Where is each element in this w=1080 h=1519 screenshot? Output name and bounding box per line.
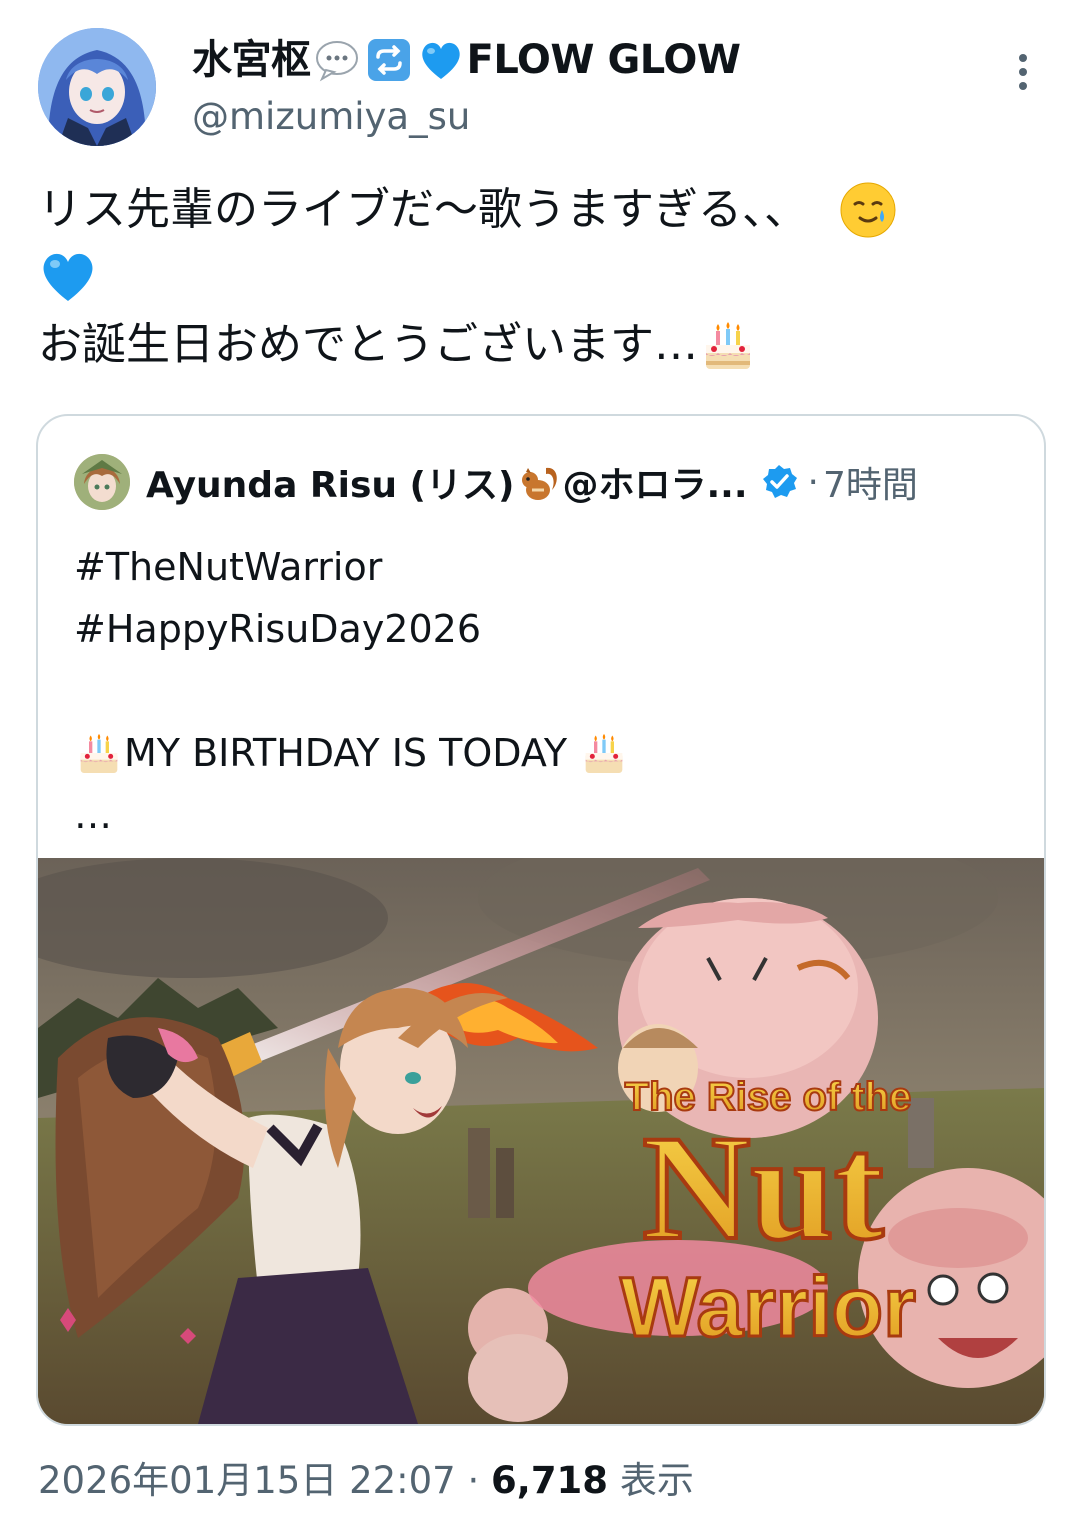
- tweet-line-2: [38, 247, 1038, 307]
- birthday-cake-icon: [585, 733, 623, 773]
- hashtag-nutwarrior[interactable]: #TheNutWarrior: [74, 536, 629, 598]
- tweet-header: 水宮枢 FLOW GLOW @mizumiya_su: [38, 28, 1048, 148]
- blue-heart-icon: [421, 42, 460, 79]
- tweet-line-1: リス先輩のライブだ〜歌うますぎる、、: [38, 172, 1038, 247]
- tweet-line-3-text: お誕生日おめでとうございます…: [38, 319, 698, 370]
- birthday-cake-icon: [706, 321, 750, 369]
- smiling-face-with-tear-icon: [840, 182, 896, 237]
- tweet-meta: 2026年01月15日 22:07 · 6,718 表示: [38, 1450, 694, 1504]
- speech-bubble-icon: [315, 41, 358, 82]
- tweet-line-3: お誕生日おめでとうございます…: [38, 307, 1038, 382]
- author-names: 水宮枢 FLOW GLOW @mizumiya_su: [192, 34, 741, 140]
- quoted-tweet-body: #TheNutWarrior #HappyRisuDay2026 MY BIRT…: [74, 536, 629, 846]
- author-handle[interactable]: @mizumiya_su: [192, 94, 740, 140]
- view-count[interactable]: 6,718: [491, 1459, 608, 1502]
- blue-heart-icon: [43, 253, 93, 301]
- tweet-line-1-text: リス先輩のライブだ〜歌うますぎる、、: [38, 184, 808, 235]
- display-name-suffix: FLOW GLOW: [466, 37, 741, 83]
- birthday-line: MY BIRTHDAY IS TODAY: [74, 722, 629, 784]
- quoted-tweet-header: Ayunda Risu (リス) @ホロラ... · 7時間: [74, 454, 918, 510]
- quoted-author-name-suffix[interactable]: @ホロラ...: [562, 456, 747, 508]
- quoted-tweet[interactable]: Ayunda Risu (リス) @ホロラ... · 7時間 #TheNutWa…: [36, 414, 1046, 1426]
- author-display-name[interactable]: 水宮枢 FLOW GLOW: [192, 34, 741, 86]
- meta-separator: ·: [467, 1459, 480, 1502]
- hashtag-2-text[interactable]: #HappyRisuDay2026: [74, 598, 481, 660]
- quoted-time-separator: ·: [807, 461, 819, 503]
- quoted-author-name[interactable]: Ayunda Risu (リス): [146, 456, 514, 508]
- truncation-ellipsis: …: [74, 784, 629, 846]
- hashtag-1-text[interactable]: #TheNutWarrior: [74, 536, 382, 598]
- verified-badge-icon: [762, 465, 797, 498]
- display-name-text: 水宮枢: [192, 37, 311, 83]
- author-avatar[interactable]: [38, 28, 156, 146]
- more-options-icon[interactable]: [1016, 54, 1030, 94]
- repeat-icon: [367, 39, 410, 81]
- birthday-cake-icon: [80, 733, 118, 773]
- image-title-line2: Nut: [642, 1105, 884, 1271]
- birthday-text: MY BIRTHDAY IS TODAY: [124, 731, 568, 775]
- ellipsis-text: …: [74, 793, 112, 837]
- quoted-author-avatar[interactable]: [74, 454, 130, 510]
- tweet-timestamp[interactable]: 2026年01月15日 22:07: [38, 1459, 456, 1502]
- views-label: 表示: [619, 1459, 694, 1502]
- hashtag-happyrisuday[interactable]: #HappyRisuDay2026: [74, 598, 629, 660]
- image-title-line3: Warrior: [620, 1260, 916, 1354]
- chipmunk-icon: [522, 467, 558, 500]
- tweet-text: リス先輩のライブだ〜歌うますぎる、、 お誕生日おめでとうございます…: [38, 172, 1038, 382]
- quoted-tweet-image[interactable]: The Rise of the Nut Warrior: [38, 858, 1044, 1424]
- quoted-tweet-time[interactable]: 7時間: [823, 456, 918, 508]
